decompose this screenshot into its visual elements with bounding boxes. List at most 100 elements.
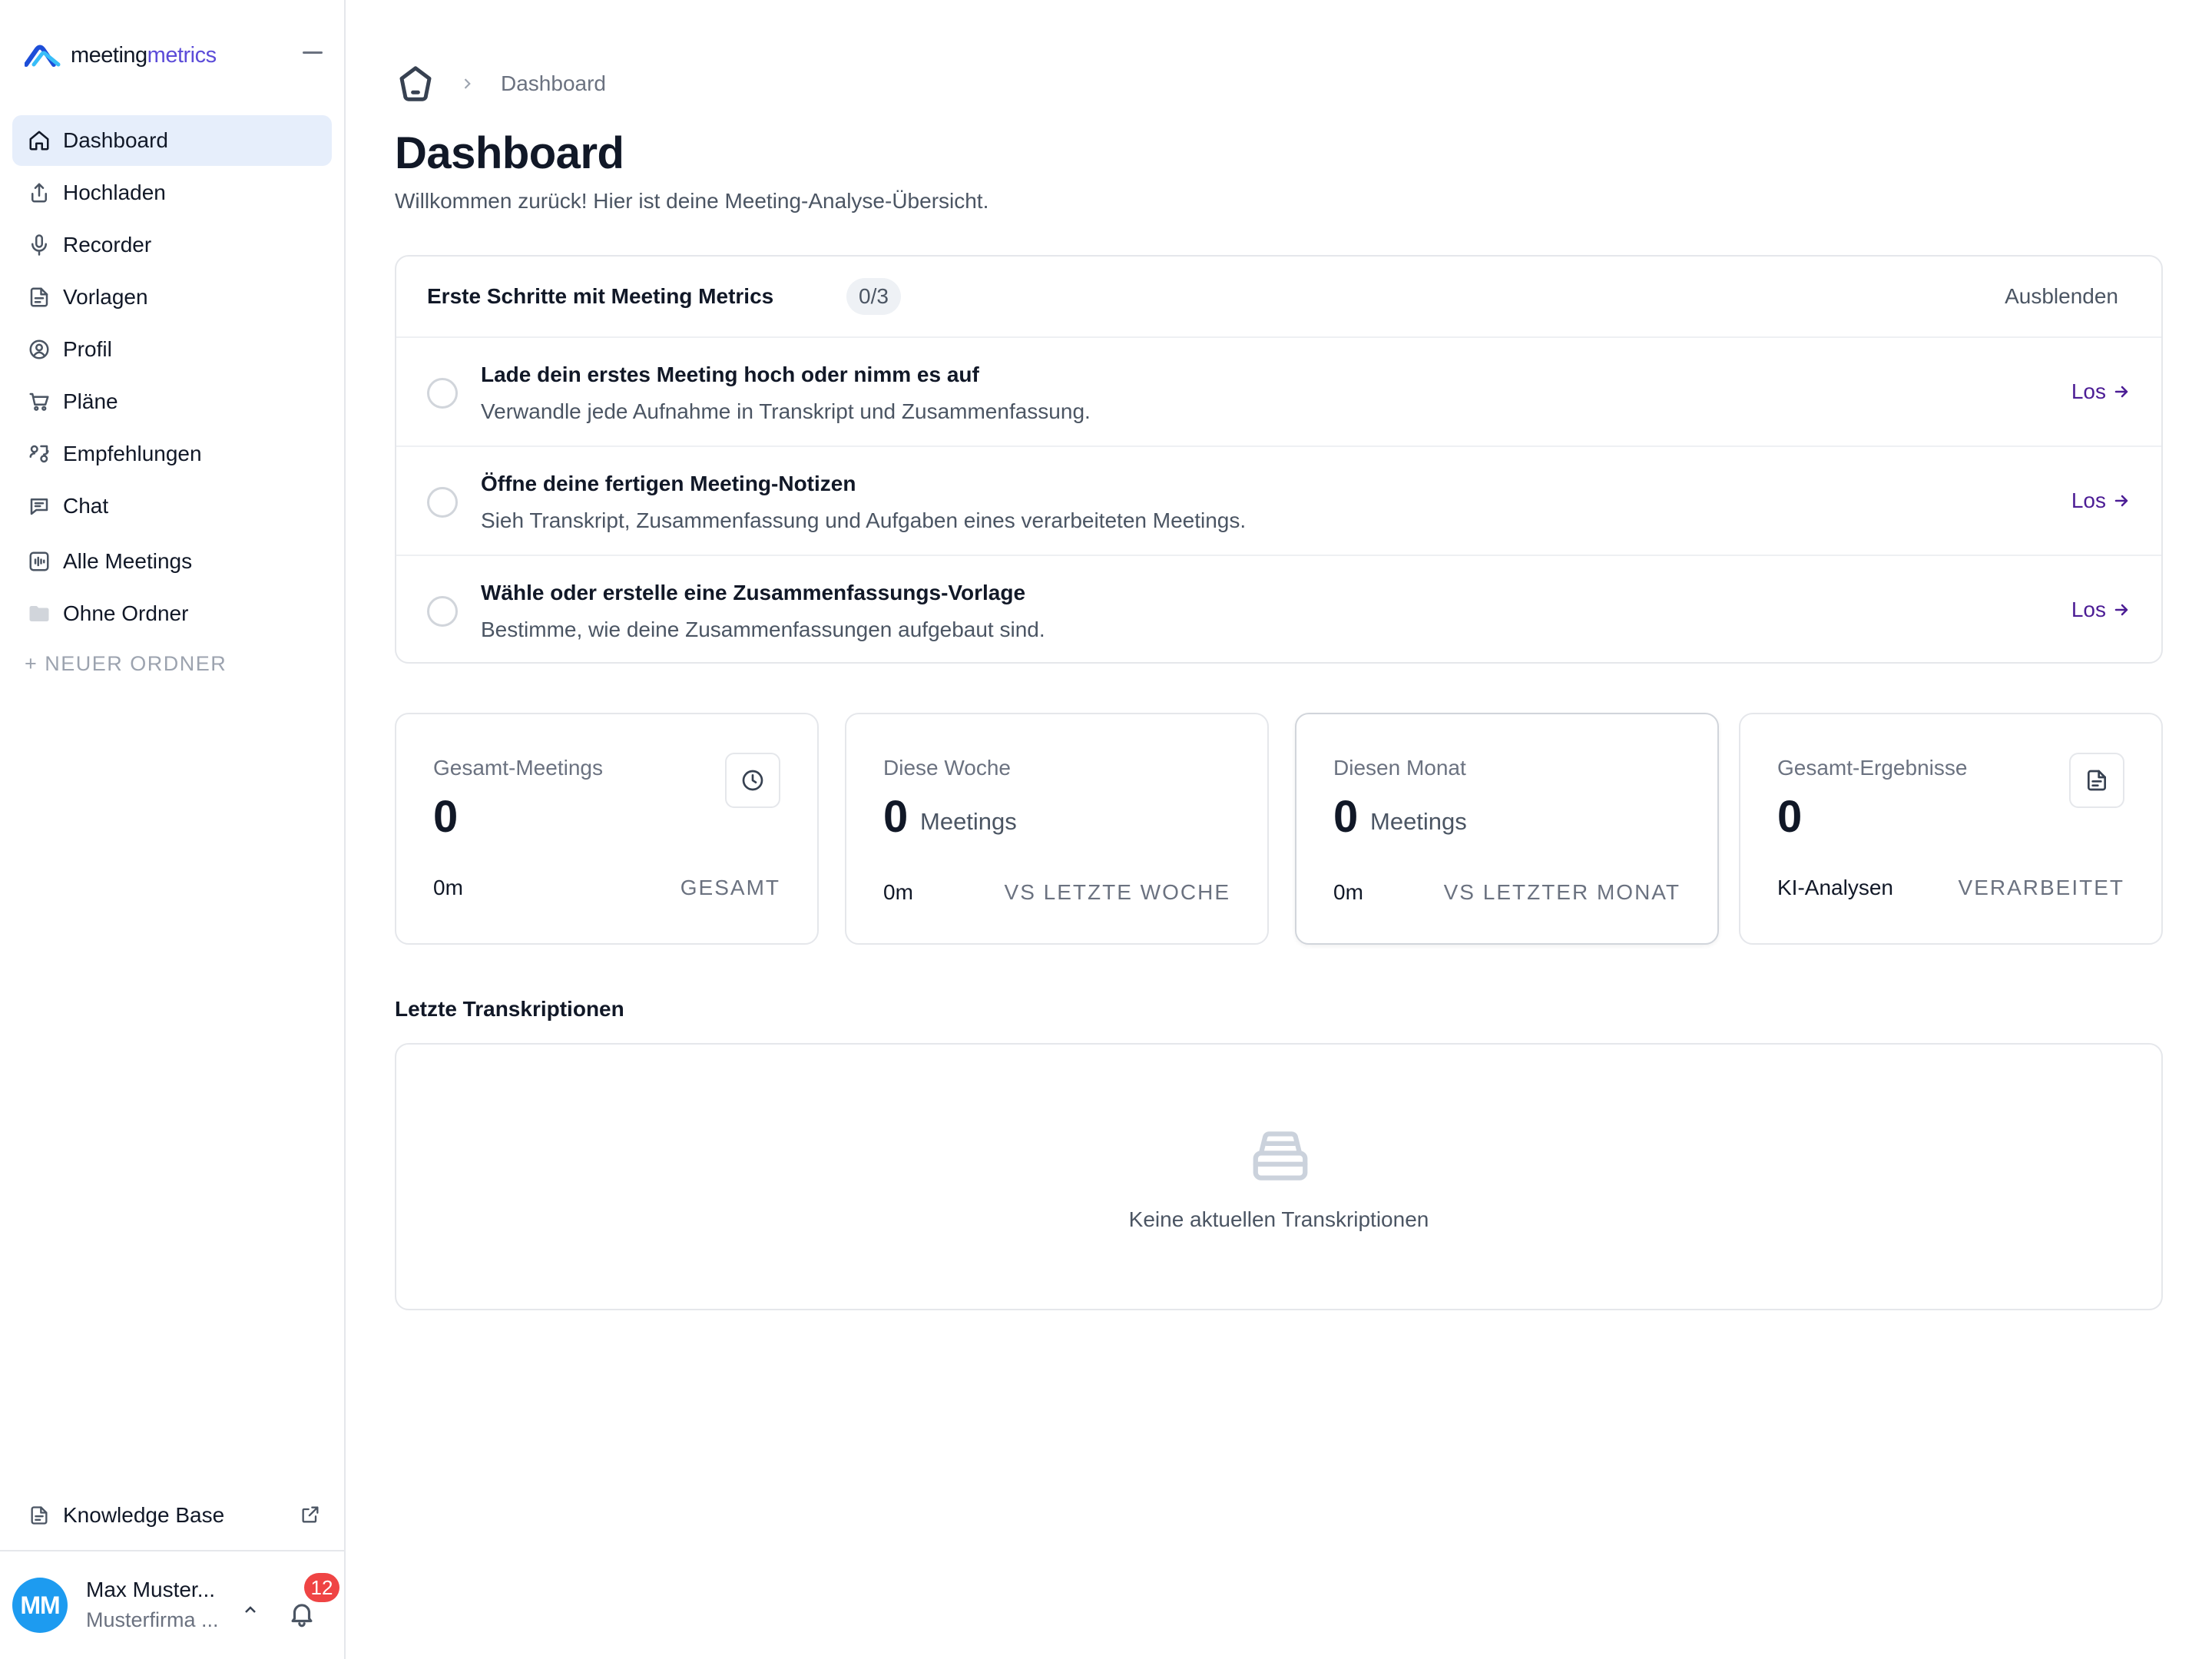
step-title: Wähle oder erstelle eine Zusammenfassung…	[481, 581, 1026, 604]
step-row[interactable]: Lade dein erstes Meeting hoch oder nimm …	[396, 338, 2161, 447]
sidebar-item-label: Alle Meetings	[63, 549, 193, 573]
sidebar-item-label: Dashboard	[63, 128, 168, 152]
home-icon	[26, 127, 52, 154]
stat-caption: VERARBEITET	[1958, 876, 2124, 899]
notification-badge: 12	[304, 1573, 339, 1602]
step-description: Verwandle jede Aufnahme in Transkript un…	[481, 399, 1091, 423]
step-row[interactable]: Öffne deine fertigen Meeting-Notizen Sie…	[396, 447, 2161, 556]
step-description: Bestimme, wie deine Zusammenfassungen au…	[481, 618, 1045, 641]
sidebar-item-recorder[interactable]: Recorder	[12, 220, 332, 270]
go-label: Los	[2071, 488, 2106, 512]
user-menu[interactable]: MM Max Muster... Musterfirma ... 12	[0, 1550, 344, 1659]
knowledge-base-link[interactable]: Knowledge Base	[12, 1490, 332, 1541]
stat-label: Gesamt-Ergebnisse	[1777, 756, 1968, 780]
document-icon	[26, 1502, 52, 1528]
stat-label: Diese Woche	[883, 756, 1012, 780]
sidebar-item-plaene[interactable]: Pläne	[12, 376, 332, 427]
sidebar-item-label: Hochladen	[63, 180, 166, 204]
audio-wave-icon	[26, 548, 52, 575]
getting-started-title: Erste Schritte mit Meeting Metrics	[427, 284, 774, 308]
inbox-icon	[1247, 1123, 1313, 1189]
collapse-sidebar-button[interactable]	[300, 43, 326, 61]
folder-icon	[26, 601, 52, 627]
step-checkbox[interactable]	[427, 596, 458, 627]
sidebar-item-dashboard[interactable]: Dashboard	[12, 115, 332, 166]
stat-analyses: KI-Analysen	[1777, 876, 1893, 899]
cart-icon	[26, 389, 52, 415]
chevron-up-icon[interactable]	[241, 1601, 260, 1619]
empty-state-text: Keine aktuellen Transkriptionen	[1128, 1207, 1429, 1231]
sidebar-item-label: Profil	[63, 337, 112, 361]
stat-value: 0	[1777, 792, 1803, 842]
sidebar-item-label: Recorder	[63, 233, 152, 257]
getting-started-card: Erste Schritte mit Meeting Metrics 0/3 A…	[395, 255, 2163, 664]
page-subtitle: Willkommen zurück! Hier ist deine Meetin…	[395, 189, 989, 213]
document-icon	[2069, 753, 2124, 808]
sidebar: meetingmetrics Dashboard Hochladen Recor…	[0, 0, 346, 1659]
sidebar-item-label: Ohne Ordner	[63, 601, 189, 625]
sidebar-item-label: Empfehlungen	[63, 442, 202, 465]
sidebar-item-chat[interactable]: Chat	[12, 481, 332, 531]
stat-label: Diesen Monat	[1333, 756, 1466, 780]
sidebar-nav: Dashboard Hochladen Recorder Vorlagen Pr…	[12, 115, 332, 687]
sidebar-item-alle-meetings[interactable]: Alle Meetings	[12, 536, 332, 587]
new-folder-button[interactable]: + NEUER ORDNER	[12, 641, 332, 687]
arrow-right-icon	[2114, 495, 2128, 507]
go-button[interactable]: Los	[2071, 488, 2131, 513]
upload-icon	[26, 180, 52, 206]
step-description: Sieh Transkript, Zusammenfassung und Auf…	[481, 508, 1247, 532]
stats-grid: Gesamt-Meetings 0 0m GESAMT Diese Woche …	[395, 713, 2163, 945]
microphone-icon	[26, 232, 52, 258]
brand-logo[interactable]: meetingmetrics	[25, 38, 217, 72]
avatar[interactable]: MM	[12, 1578, 68, 1633]
main-content: Dashboard Dashboard Willkommen zurück! H…	[346, 0, 2212, 1659]
arrow-right-icon	[2114, 604, 2128, 616]
sidebar-item-label: Chat	[63, 494, 109, 518]
sidebar-item-ohne-ordner[interactable]: Ohne Ordner	[12, 588, 332, 639]
external-link-icon	[300, 1504, 323, 1527]
arrow-right-icon	[2114, 386, 2128, 398]
sidebar-item-label: Pläne	[63, 389, 118, 413]
stat-caption: VS LETZTE WOCHE	[1004, 880, 1230, 904]
page-title: Dashboard	[395, 128, 624, 178]
sidebar-item-hochladen[interactable]: Hochladen	[12, 167, 332, 218]
user-org: Musterfirma ...	[86, 1608, 219, 1631]
referral-icon	[26, 441, 52, 467]
logo-icon	[25, 45, 61, 67]
stat-unit: Meetings	[1370, 808, 1467, 835]
stat-duration: 0m	[1333, 880, 1363, 904]
knowledge-base-label: Knowledge Base	[63, 1503, 225, 1527]
go-label: Los	[2071, 598, 2106, 621]
hide-button[interactable]: Ausblenden	[2005, 284, 2118, 309]
stat-duration: 0m	[433, 876, 463, 899]
brand-name: meetingmetrics	[71, 42, 217, 68]
step-checkbox[interactable]	[427, 378, 458, 409]
stat-card-this-week: Diese Woche 0 Meetings 0m VS LETZTE WOCH…	[845, 713, 1269, 945]
getting-started-header: Erste Schritte mit Meeting Metrics 0/3 A…	[396, 257, 2161, 338]
go-button[interactable]: Los	[2071, 598, 2131, 622]
sidebar-item-label: Vorlagen	[63, 285, 148, 309]
template-icon	[26, 284, 52, 310]
sidebar-item-empfehlungen[interactable]: Empfehlungen	[12, 429, 332, 479]
step-checkbox[interactable]	[427, 487, 458, 518]
stat-label: Gesamt-Meetings	[433, 756, 603, 780]
stat-duration: 0m	[883, 880, 913, 904]
clock-icon	[725, 753, 780, 808]
progress-badge: 0/3	[846, 278, 901, 315]
stat-value: 0	[1333, 792, 1359, 842]
profile-icon	[26, 336, 52, 363]
stat-value: 0	[433, 792, 459, 842]
chat-icon	[26, 493, 52, 519]
stat-caption: VS LETZTER MONAT	[1443, 880, 1681, 904]
stat-caption: GESAMT	[680, 876, 780, 899]
sidebar-item-profil[interactable]: Profil	[12, 324, 332, 375]
stat-card-total-meetings: Gesamt-Meetings 0 0m GESAMT	[395, 713, 819, 945]
step-row[interactable]: Wähle oder erstelle eine Zusammenfassung…	[396, 556, 2161, 665]
bell-icon[interactable]	[287, 1599, 316, 1628]
home-icon[interactable]	[395, 63, 436, 104]
go-label: Los	[2071, 379, 2106, 403]
breadcrumb-current: Dashboard	[501, 71, 606, 95]
sidebar-item-vorlagen[interactable]: Vorlagen	[12, 272, 332, 323]
go-button[interactable]: Los	[2071, 379, 2131, 404]
stat-card-total-results: Gesamt-Ergebnisse 0 KI-Analysen VERARBEI…	[1739, 713, 2163, 945]
